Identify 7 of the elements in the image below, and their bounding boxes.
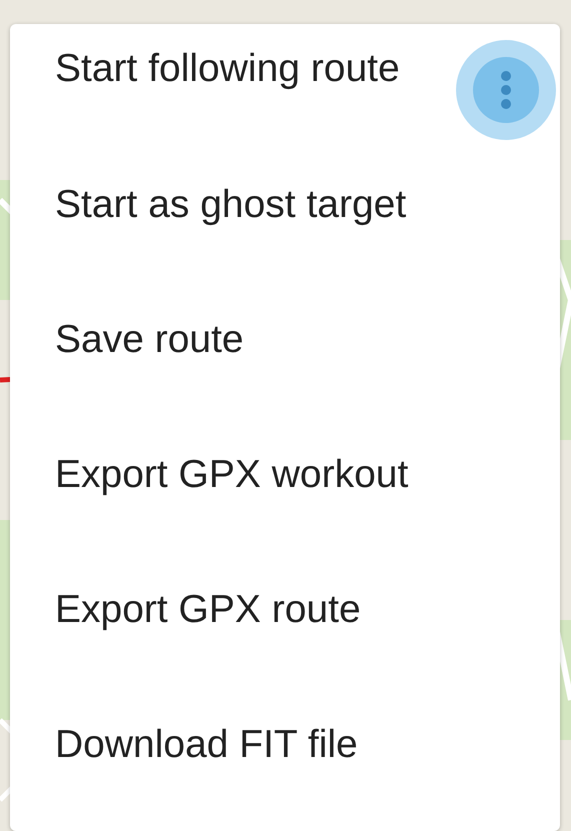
menu-item[interactable]: Download FIT file <box>10 677 358 812</box>
menu-item[interactable]: Save route <box>10 272 244 407</box>
more-icon <box>500 70 512 110</box>
menu-item[interactable]: Start following route <box>10 24 400 137</box>
menu-item[interactable]: Start as ghost target <box>10 137 406 272</box>
menu-item[interactable]: Export GPX route <box>10 542 361 677</box>
menu-item[interactable]: Export GPX workout <box>10 407 408 542</box>
